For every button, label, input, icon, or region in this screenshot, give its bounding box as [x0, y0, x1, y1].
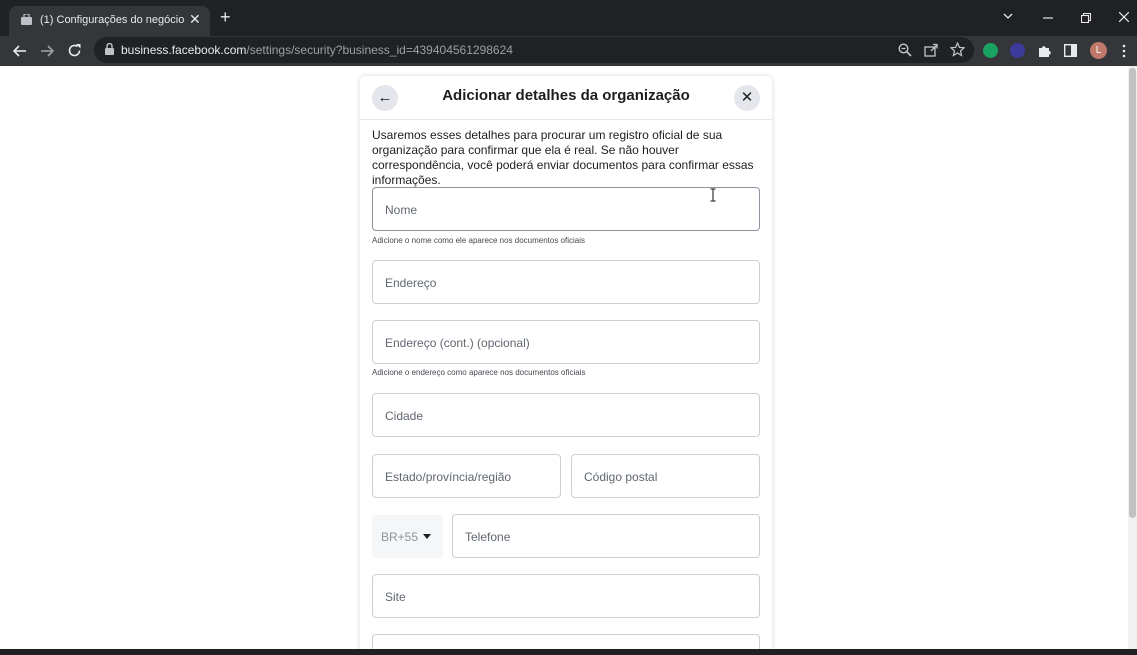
- window-bottom-edge: [0, 649, 1137, 655]
- address-bar[interactable]: business.facebook.com/settings/security?…: [94, 37, 974, 63]
- address2-placeholder: Endereço (cont.) (opcional): [385, 336, 530, 350]
- address-input[interactable]: Endereço: [372, 260, 760, 304]
- city-placeholder: Cidade: [385, 409, 424, 423]
- name-placeholder: Nome: [385, 203, 418, 217]
- grammarly-extension-icon[interactable]: [983, 43, 998, 58]
- state-placeholder: Estado/província/região: [385, 470, 512, 484]
- lock-icon[interactable]: [105, 43, 114, 55]
- state-input[interactable]: Estado/província/região: [372, 454, 561, 498]
- dialog-header: ← Adicionar detalhes da organização ✕: [360, 76, 772, 120]
- country-code-value: BR+55: [381, 530, 419, 544]
- browser-toolbar: business.facebook.com/settings/security?…: [0, 36, 1137, 66]
- bookmark-star-icon[interactable]: [950, 42, 965, 57]
- kebab-menu-icon[interactable]: [1121, 44, 1127, 58]
- zoom-icon[interactable]: [898, 43, 912, 57]
- dialog-title: Adicionar detalhes da organização: [442, 87, 690, 104]
- facebook-business-favicon-icon: [21, 14, 32, 25]
- phone-placeholder: Telefone: [465, 530, 511, 544]
- caret-down-icon: [423, 534, 431, 539]
- browser-tab-bar: (1) Configurações do negócio ✕ +: [0, 0, 1137, 36]
- postal-code-placeholder: Código postal: [584, 470, 658, 484]
- address-placeholder: Endereço: [385, 276, 437, 290]
- share-icon[interactable]: [924, 43, 938, 57]
- dialog-description: Usaremos esses detalhes para procurar um…: [372, 128, 754, 187]
- site-input[interactable]: Site: [372, 574, 760, 618]
- profile-avatar[interactable]: L: [1090, 42, 1107, 59]
- close-button[interactable]: ✕: [734, 85, 760, 111]
- address2-input[interactable]: Endereço (cont.) (opcional): [372, 320, 760, 364]
- address-hint: Adicione o endereço como aparece nos doc…: [372, 368, 586, 377]
- forward-arrow-icon[interactable]: [40, 44, 54, 58]
- postal-code-input[interactable]: Código postal: [571, 454, 760, 498]
- org-details-dialog: ← Adicionar detalhes da organização ✕ Us…: [360, 76, 772, 649]
- name-hint: Adicione o nome como ele aparece nos doc…: [372, 236, 586, 245]
- side-panel-icon[interactable]: [1064, 44, 1077, 57]
- phone-input[interactable]: Telefone: [452, 514, 760, 558]
- city-input[interactable]: Cidade: [372, 393, 760, 437]
- url-text: business.facebook.com/settings/security?…: [121, 43, 513, 57]
- minimize-icon[interactable]: [1043, 17, 1053, 19]
- close-window-icon[interactable]: [1119, 12, 1129, 22]
- scrollbar-thumb[interactable]: [1129, 68, 1136, 518]
- tab-close-icon[interactable]: ✕: [189, 11, 201, 28]
- tab-title: (1) Configurações do negócio: [40, 14, 185, 26]
- browser-tab[interactable]: (1) Configurações do negócio ✕: [9, 6, 210, 36]
- next-input[interactable]: [372, 634, 760, 649]
- page-scrollbar[interactable]: [1128, 66, 1137, 649]
- extension-icon[interactable]: [1010, 43, 1025, 58]
- reload-icon[interactable]: [67, 43, 82, 58]
- puzzle-extensions-icon[interactable]: [1037, 43, 1052, 58]
- site-placeholder: Site: [385, 590, 406, 604]
- restore-icon[interactable]: [1081, 13, 1091, 23]
- page-viewport: ← Adicionar detalhes da organização ✕ Us…: [0, 66, 1137, 649]
- name-input[interactable]: Nome: [372, 187, 760, 231]
- country-code-select[interactable]: BR+55: [372, 515, 443, 558]
- tab-search-chevron-icon[interactable]: [1003, 12, 1013, 20]
- back-arrow-icon[interactable]: [13, 44, 27, 58]
- new-tab-icon[interactable]: +: [220, 8, 231, 26]
- text-cursor-icon: [710, 188, 716, 202]
